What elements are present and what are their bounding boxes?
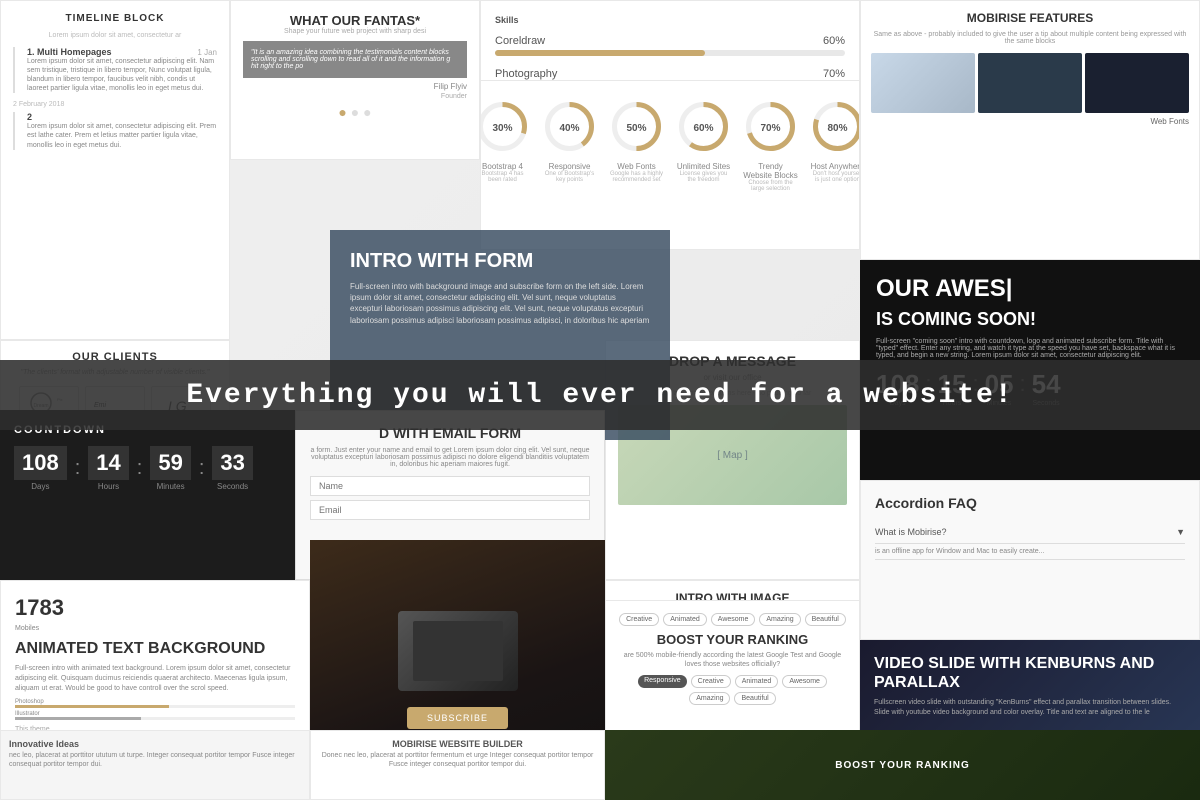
boost-ranking-2-title: BOOST YOUR RANKING bbox=[835, 760, 970, 771]
forest-panel: BOOST YOUR RANKING bbox=[605, 730, 1200, 800]
stat-trendy: 70% Trendy Website Blocks Choose from th… bbox=[743, 99, 798, 192]
laptop-icon bbox=[398, 611, 518, 691]
skill-coreldraw-bar bbox=[495, 50, 705, 56]
stats-row: 30% Bootstrap 4 Bootstrap 4 has been rat… bbox=[491, 99, 849, 192]
boost-tabs-2: Responsive Creative Animated Awesome Ama… bbox=[618, 675, 847, 705]
main-banner: Everything you will ever need for a webs… bbox=[0, 360, 1200, 430]
counter-label: Mobiles bbox=[15, 625, 295, 632]
stat-unlimited: 60% Unlimited Sites License gives you th… bbox=[676, 99, 731, 192]
skills-title: Skills bbox=[495, 15, 845, 25]
stat-host: 80% Host Anywhere Don't host yourself is… bbox=[810, 99, 860, 192]
fantastas-sub: Shape your future web project with sharp… bbox=[243, 28, 467, 35]
mobirise-features-title: MOBIRISE FEATURES bbox=[871, 11, 1189, 25]
countdown-display: 108 Days : 14 Hours : 59 Minutes : 33 Se… bbox=[14, 446, 281, 491]
mobirise-features-subtitle: Same as above - probably included to giv… bbox=[871, 31, 1189, 45]
timeline-item-2-text: Lorem ipsum dolor sit amet, consectetur … bbox=[27, 122, 217, 149]
boost-text: are 500% mobile-friendly according the l… bbox=[618, 651, 847, 669]
tab-amazing[interactable]: Amazing bbox=[759, 613, 800, 626]
testimonial-author: Filip Flyiv Founder bbox=[243, 82, 467, 100]
feature-img-1 bbox=[871, 53, 975, 113]
timeline-item-1: 1. Multi Homepages 1 Jan Lorem ipsum dol… bbox=[13, 47, 217, 93]
collage: TIMELINE BLOCK Lorem ipsum dolor sit ame… bbox=[0, 0, 1200, 800]
accordion-content-1: is an offline app for Window and Mac to … bbox=[875, 544, 1185, 560]
intro-form-text: Full-screen intro with background image … bbox=[350, 281, 650, 326]
web-fonts-label: Web Fonts bbox=[871, 117, 1189, 126]
accordion-panel: Accordion FAQ What is Mobirise? ▼ is an … bbox=[860, 480, 1200, 640]
email-name-input[interactable] bbox=[310, 476, 590, 496]
animated-bars: Photoshop Illustrator bbox=[15, 699, 295, 720]
svg-text:70%: 70% bbox=[760, 123, 780, 134]
svg-text:80%: 80% bbox=[827, 123, 847, 134]
mobirise-builder-text: Donec nec leo, placerat at porttitor fer… bbox=[319, 751, 596, 769]
innovative-ideas-panel: Innovative Ideas nec leo, placerat at po… bbox=[0, 730, 310, 800]
fantastas-panel: WHAT OUR FANTAS* Shape your future web p… bbox=[230, 0, 480, 160]
countdown-panel: COUNTDOWN 108 Days : 14 Hours : 59 Minut… bbox=[0, 410, 295, 580]
bar-illustrator: Illustrator bbox=[15, 711, 295, 720]
timeline-panel: TIMELINE BLOCK Lorem ipsum dolor sit ame… bbox=[0, 0, 230, 340]
timeline-date-2: 2 February 2018 bbox=[13, 101, 217, 108]
accordion-title: Accordion FAQ bbox=[875, 495, 1185, 511]
video-slide-text: Fullscreen video slide with outstanding … bbox=[874, 698, 1186, 718]
svg-text:40%: 40% bbox=[559, 123, 579, 134]
subscribe-button[interactable]: SUBSCRIBE bbox=[407, 707, 508, 729]
tab2-animated[interactable]: Animated bbox=[735, 675, 779, 688]
boost-tabs-1: Creative Animated Awesome Amazing Beauti… bbox=[618, 613, 847, 626]
svg-text:60%: 60% bbox=[693, 123, 713, 134]
skill-coreldraw: Coreldraw 60% bbox=[495, 35, 845, 56]
animated-text-title: ANIMATED TEXT BACKGROUND bbox=[15, 640, 295, 658]
timeline-item-2: 2 Lorem ipsum dolor sit amet, consectetu… bbox=[13, 112, 217, 149]
coming-soon-desc: Full-screen "coming soon" intro with cou… bbox=[876, 338, 1184, 359]
testimonial-dots: ● ● ● bbox=[243, 104, 467, 122]
count-minutes: 59 Minutes bbox=[150, 446, 190, 491]
feature-img-3 bbox=[1085, 53, 1189, 113]
svg-text:50%: 50% bbox=[626, 123, 646, 134]
tab2-responsive[interactable]: Responsive bbox=[638, 675, 687, 688]
tab2-creative[interactable]: Creative bbox=[691, 675, 731, 688]
tab2-amazing[interactable]: Amazing bbox=[689, 692, 730, 705]
innovative-text: nec leo, placerat at porttitor ututum ut… bbox=[9, 751, 301, 769]
timeline-subtitle: Lorem ipsum dolor sit amet, consectetur … bbox=[13, 32, 217, 39]
mobirise-builder-title: MOBIRISE WEBSITE BUILDER bbox=[319, 739, 596, 749]
tab2-beautiful[interactable]: Beautiful bbox=[734, 692, 775, 705]
stat-responsive: 40% Responsive One of Bootstrap's key po… bbox=[542, 99, 597, 192]
counter-number: 1783 bbox=[15, 595, 295, 621]
tab2-awesome[interactable]: Awesome bbox=[782, 675, 827, 688]
testimonial-quote: "It is an amazing idea combining the tes… bbox=[243, 41, 467, 78]
count-days: 108 Days bbox=[14, 446, 67, 491]
video-slide-title: VIDEO SLIDE WITH KENBURNS AND PARALLAX bbox=[874, 654, 1186, 692]
feature-img-2 bbox=[978, 53, 1082, 113]
stat-bootstrap: 30% Bootstrap 4 Bootstrap 4 has been rat… bbox=[480, 99, 530, 192]
svg-text:30%: 30% bbox=[492, 123, 512, 134]
accordion-item-1[interactable]: What is Mobirise? ▼ bbox=[875, 521, 1185, 544]
email-email-input[interactable] bbox=[310, 500, 590, 520]
timeline-item-1-title: 1. Multi Homepages bbox=[27, 47, 112, 57]
bar-photoshop: Photoshop bbox=[15, 699, 295, 708]
coming-soon-title2: IS COMING SOON! bbox=[876, 310, 1184, 330]
mobirise-features-images bbox=[871, 53, 1189, 113]
tab-animated[interactable]: Animated bbox=[663, 613, 707, 626]
timeline-item-2-title: 2 bbox=[27, 112, 217, 122]
innovative-title: Innovative Ideas bbox=[9, 739, 301, 749]
tab-awesome[interactable]: Awesome bbox=[711, 613, 756, 626]
animated-text-body: Full-screen intro with animated text bac… bbox=[15, 664, 295, 693]
email-form-text: a form. Just enter your name and email t… bbox=[310, 447, 590, 468]
stat-webfonts: 50% Web Fonts Google has a highly recomm… bbox=[609, 99, 664, 192]
tab-beautiful[interactable]: Beautiful bbox=[805, 613, 846, 626]
count-hours: 14 Hours bbox=[88, 446, 128, 491]
boost-title: BOOST YOUR RANKING bbox=[618, 632, 847, 647]
count-seconds: 33 Seconds bbox=[212, 446, 252, 491]
timeline-item-1-date: 1 Jan bbox=[197, 48, 217, 57]
tab-creative[interactable]: Creative bbox=[619, 613, 659, 626]
mobirise-builder-panel: MOBIRISE WEBSITE BUILDER Donec nec leo, … bbox=[310, 730, 605, 800]
timeline-title: TIMELINE BLOCK bbox=[13, 13, 217, 24]
mobirise-features-panel: MOBIRISE FEATURES Same as above - probab… bbox=[860, 0, 1200, 260]
intro-form-title: INTRO WITH FORM bbox=[350, 250, 650, 273]
timeline-item-1-text: Lorem ipsum dolor sit amet, consectetur … bbox=[27, 57, 217, 93]
stats-panel: 30% Bootstrap 4 Bootstrap 4 has been rat… bbox=[480, 80, 860, 250]
fantastas-title: WHAT OUR FANTAS* bbox=[243, 13, 467, 28]
coming-soon-title: OUR AWES| bbox=[876, 276, 1184, 302]
main-banner-text: Everything you will ever need for a webs… bbox=[186, 380, 1013, 411]
